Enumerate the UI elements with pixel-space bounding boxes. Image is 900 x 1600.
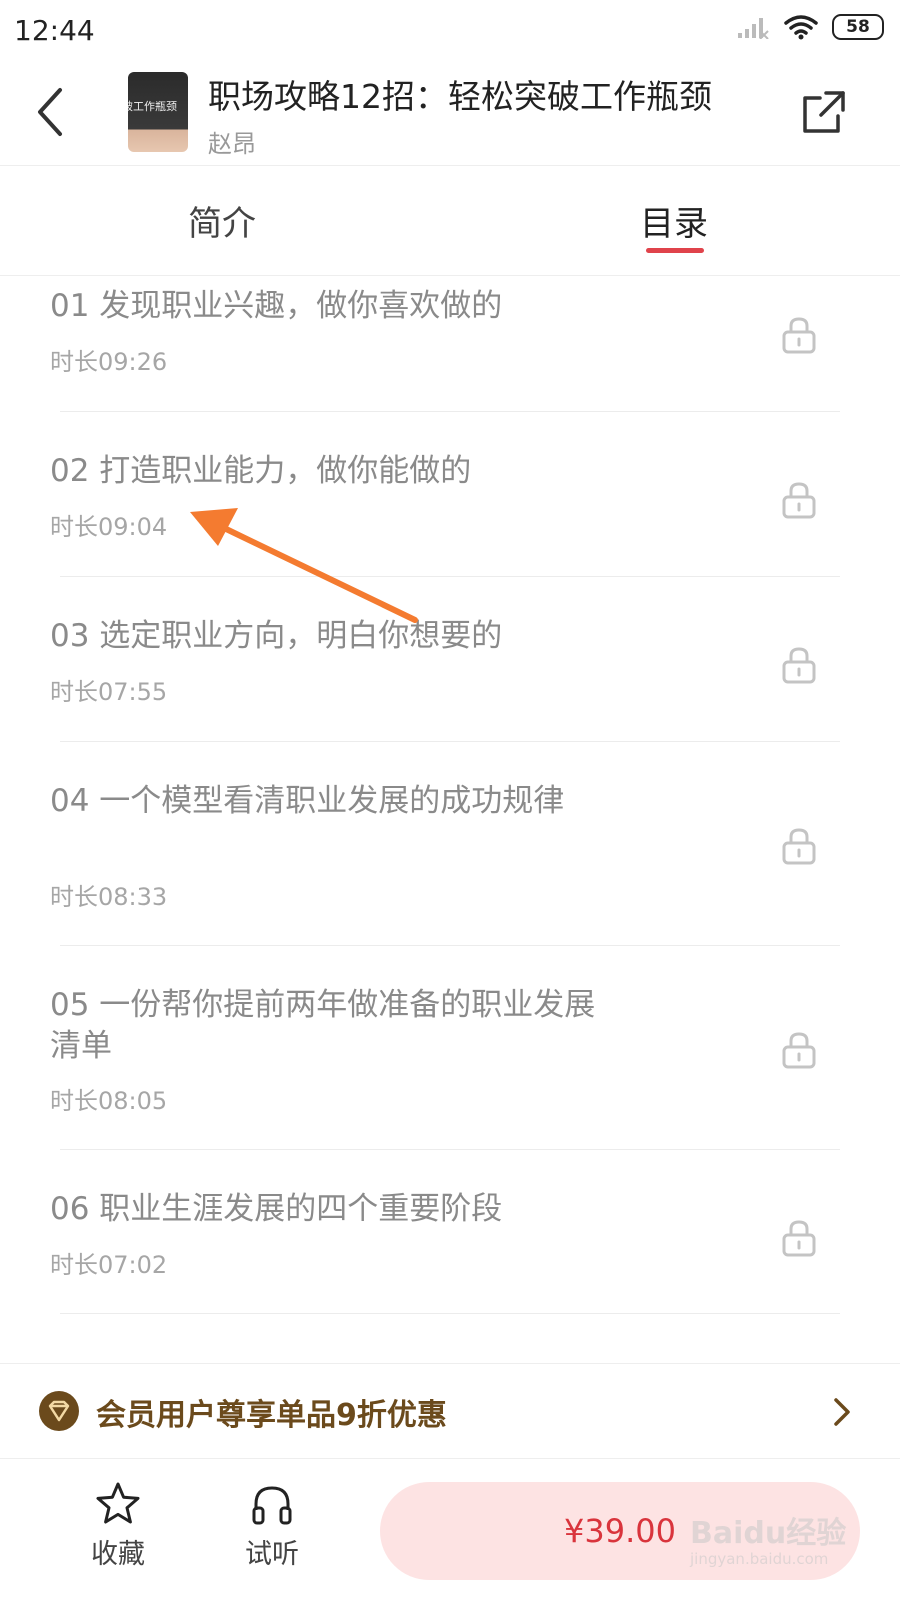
chapter-duration: 时长07:55 <box>50 678 168 706</box>
chapter-title: 06 职业生涯发展的四个重要阶段 <box>50 1191 503 1227</box>
preview-listen-button[interactable]: 试听 <box>222 1480 322 1571</box>
divider <box>60 741 840 742</box>
lock-icon <box>782 482 816 519</box>
back-arrow-icon[interactable] <box>30 84 74 140</box>
tab-bar: 简介 目录 <box>0 166 900 276</box>
page-title: 职场攻略12招：轻松突破工作瓶颈 <box>208 77 712 116</box>
share-icon[interactable] <box>800 88 848 136</box>
member-discount-text: 会员用户尊享单品9折优惠 <box>96 1398 447 1433</box>
author-name[interactable]: 赵昂 <box>208 124 256 159</box>
chapter-duration: 时长09:04 <box>50 513 168 541</box>
lock-icon <box>782 317 816 354</box>
chapter-duration: 时长07:02 <box>50 1251 168 1279</box>
book-cover[interactable]: 破工作瓶颈 <box>128 72 188 152</box>
divider <box>60 1149 840 1150</box>
chevron-right-icon <box>834 1398 850 1426</box>
divider <box>60 1313 840 1314</box>
watermark-brand: Baidu经验 <box>690 1516 847 1551</box>
battery-icon: 58 <box>832 14 884 40</box>
tab-intro[interactable]: 简介 <box>188 196 256 245</box>
lock-icon <box>782 1032 816 1069</box>
chapter-title: 03 选定职业方向，明白你想要的 <box>50 618 503 654</box>
chapter-duration: 时长08:05 <box>50 1087 168 1115</box>
status-icons: 58 <box>736 14 884 40</box>
tab-toc[interactable]: 目录 <box>640 196 708 245</box>
baidu-watermark: Baidu经验 jingyan.baidu.com <box>690 1508 860 1578</box>
lock-icon <box>782 828 816 865</box>
chapter-title: 01 发现职业兴趣，做你喜欢做的 <box>50 288 503 324</box>
price-label: ¥39.00 <box>564 1512 676 1550</box>
chapter-title: 02 打造职业能力，做你能做的 <box>50 453 472 489</box>
active-tab-indicator <box>646 248 704 253</box>
headphones-icon <box>252 1486 292 1525</box>
chapter-duration: 时长09:26 <box>50 348 168 376</box>
chapter-duration: 时长08:33 <box>50 883 168 911</box>
signal-icon <box>738 18 769 39</box>
divider <box>60 945 840 946</box>
status-time: 12:44 <box>14 14 95 47</box>
wifi-icon <box>784 15 818 40</box>
status-bar: 12:44 58 <box>0 0 900 60</box>
listen-label: 试听 <box>245 1539 299 1570</box>
chapter-title: 05 一份帮你提前两年做准备的职业发展清单 <box>50 987 596 1064</box>
divider <box>60 576 840 577</box>
favorite-button[interactable]: 收藏 <box>68 1480 168 1571</box>
header: 破工作瓶颈 职场攻略12招：轻松突破工作瓶颈 赵昂 <box>0 60 900 166</box>
lock-icon <box>782 1220 816 1257</box>
cover-text: 破工作瓶颈 <box>128 100 177 113</box>
vip-diamond-icon <box>39 1391 79 1431</box>
divider <box>60 411 840 412</box>
watermark-url: jingyan.baidu.com <box>690 1550 829 1568</box>
member-discount-banner[interactable]: 会员用户尊享单品9折优惠 <box>0 1363 900 1459</box>
chapter-title: 04 一个模型看清职业发展的成功规律 <box>50 783 565 819</box>
battery-level: 58 <box>846 17 870 37</box>
star-icon <box>96 1482 140 1524</box>
lock-icon <box>782 647 816 684</box>
favorite-label: 收藏 <box>91 1539 145 1570</box>
